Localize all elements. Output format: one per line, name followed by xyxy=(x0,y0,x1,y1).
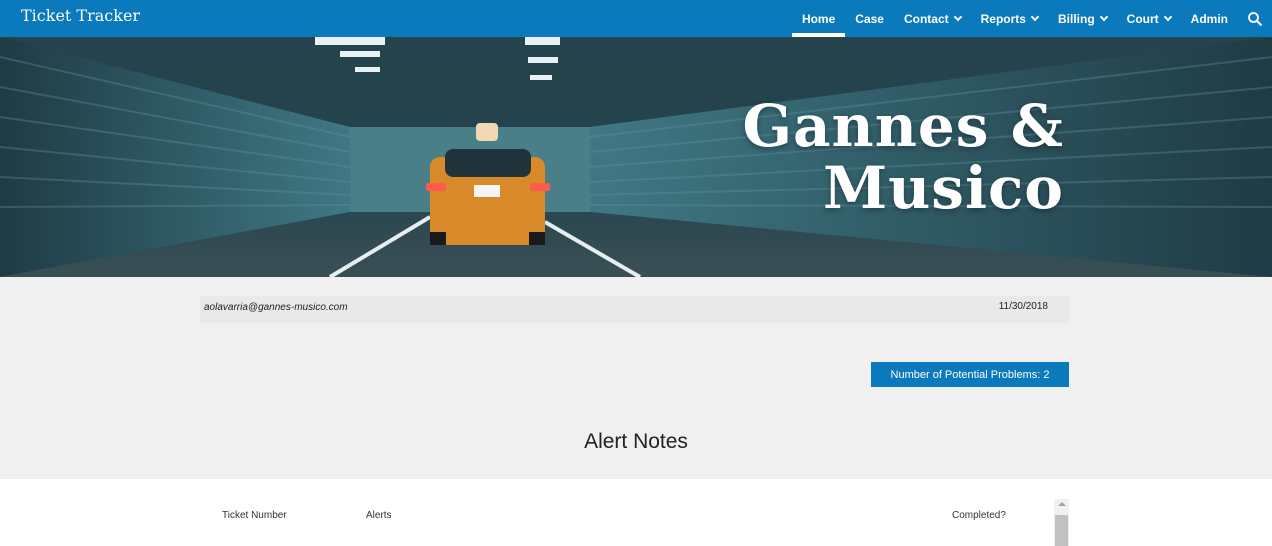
column-header-completed[interactable]: Completed? xyxy=(952,510,1006,521)
nav-contact-label: Contact xyxy=(903,11,949,26)
nav-reports[interactable]: Reports xyxy=(971,0,1048,37)
user-email: aolavarria@gannes-musico.com xyxy=(204,302,348,313)
chevron-down-icon xyxy=(1030,12,1040,22)
nav-case-label: Case xyxy=(855,11,884,26)
hero-title-line1: Gannes & xyxy=(742,92,1064,160)
search-button[interactable] xyxy=(1238,0,1272,37)
column-header-alerts[interactable]: Alerts xyxy=(366,510,392,521)
nav-admin[interactable]: Admin xyxy=(1181,0,1238,37)
hero-title: Gannes & Musico xyxy=(742,95,1064,219)
chevron-down-icon xyxy=(953,12,962,22)
chevron-down-icon xyxy=(1163,12,1172,22)
nav-admin-label: Admin xyxy=(1190,11,1228,26)
nav-home[interactable]: Home xyxy=(791,0,846,37)
alert-notes-title: Alert Notes xyxy=(584,430,688,453)
scrollbar-thumb[interactable] xyxy=(1055,515,1068,546)
nav-billing-label: Billing xyxy=(1057,11,1095,26)
chevron-down-icon xyxy=(1099,12,1108,22)
main-nav: Home Case Contact Reports Billing Court … xyxy=(791,0,1272,37)
nav-case[interactable]: Case xyxy=(845,0,894,37)
site-title[interactable]: Ticket Tracker xyxy=(21,6,140,25)
hero-title-line2: Musico xyxy=(822,154,1064,222)
nav-contact[interactable]: Contact xyxy=(894,0,971,37)
hero-banner: Gannes & Musico xyxy=(0,37,1272,277)
nav-court-label: Court xyxy=(1126,11,1159,26)
alert-notes-table: Ticket Number Alerts Completed? xyxy=(0,479,1272,546)
column-header-ticket-number[interactable]: Ticket Number xyxy=(222,510,287,521)
current-date: 11/30/2018 xyxy=(998,301,1048,312)
user-info-strip: aolavarria@gannes-musico.com 11/30/2018 xyxy=(200,296,1069,323)
nav-reports-label: Reports xyxy=(980,11,1026,26)
tunnel-taxi-image xyxy=(0,37,1272,277)
nav-home-label: Home xyxy=(801,11,836,26)
nav-court[interactable]: Court xyxy=(1117,0,1181,37)
table-scrollbar[interactable] xyxy=(1054,499,1069,546)
top-navbar: Ticket Tracker Home Case Contact Reports… xyxy=(0,0,1272,37)
scroll-up-icon[interactable] xyxy=(1058,502,1066,506)
nav-billing[interactable]: Billing xyxy=(1048,0,1117,37)
search-icon xyxy=(1248,11,1263,26)
potential-problems-button[interactable]: Number of Potential Problems: 2 xyxy=(871,362,1069,387)
